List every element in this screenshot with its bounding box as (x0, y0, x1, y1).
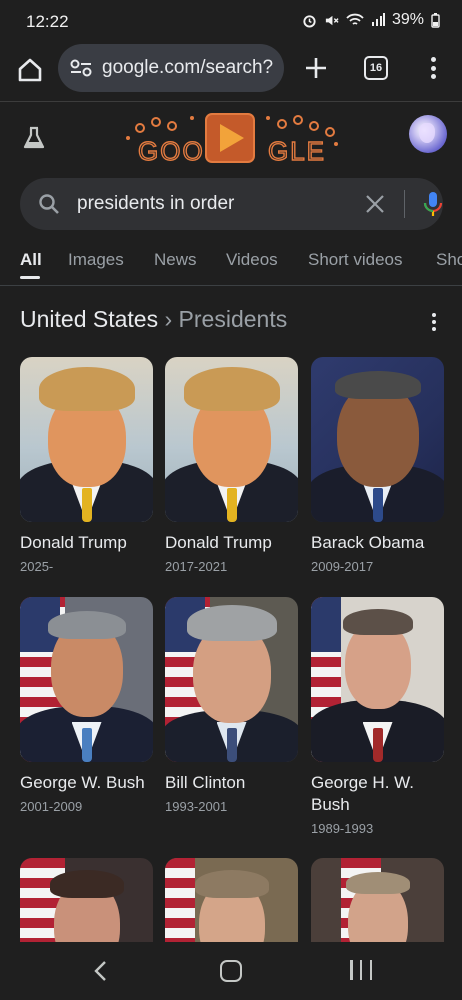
status-icons: 39% (302, 11, 440, 29)
wifi-icon (346, 13, 364, 25)
breadcrumb-separator: › (164, 306, 173, 332)
alarm-icon (303, 14, 316, 28)
president-card[interactable]: Donald Trump 2025- (20, 357, 153, 574)
search-divider (404, 190, 405, 218)
president-name: George H. W. Bush (311, 773, 414, 814)
breadcrumb-root[interactable]: United States (20, 306, 158, 332)
president-photo (165, 357, 298, 522)
tab-news[interactable]: News (154, 250, 197, 270)
president-years: 2001-2009 (20, 799, 83, 814)
tune-icon[interactable] (68, 57, 94, 79)
president-name: George W. Bush (20, 773, 145, 792)
mute-icon (325, 15, 339, 25)
search-input[interactable] (77, 178, 337, 230)
tab-short-videos[interactable]: Short videos (308, 250, 403, 270)
google-doodle[interactable]: GOO GLE (110, 108, 350, 170)
status-bar: 12:22 39% (0, 0, 462, 44)
tab-images[interactable]: Images (68, 250, 124, 270)
back-icon[interactable] (92, 960, 110, 982)
president-photo (20, 597, 153, 762)
search-icon (39, 194, 59, 214)
president-name: Bill Clinton (165, 773, 246, 792)
president-card[interactable]: Barack Obama 2009-2017 (311, 357, 444, 574)
president-years: 1989-1993 (311, 821, 374, 836)
recents-icon[interactable] (350, 960, 372, 982)
mic-icon[interactable] (422, 190, 444, 218)
tabs-divider (0, 285, 462, 286)
president-card[interactable]: George W. Bush 2001-2009 (20, 597, 153, 814)
home-icon[interactable] (16, 56, 44, 84)
search-box[interactable] (20, 178, 443, 230)
president-photo (165, 597, 298, 762)
president-name: Barack Obama (311, 533, 425, 552)
home-nav-icon[interactable] (220, 960, 242, 982)
president-years: 2017-2021 (165, 559, 228, 574)
president-photo (311, 357, 444, 522)
president-photo (20, 357, 153, 522)
battery-icon (431, 12, 440, 28)
tab-videos[interactable]: Videos (226, 250, 278, 270)
president-name: Donald Trump (165, 533, 272, 552)
president-years: 2009-2017 (311, 559, 374, 574)
tab-all[interactable]: All (20, 250, 42, 270)
breadcrumb-sub: Presidents (178, 306, 288, 332)
close-icon[interactable] (364, 193, 386, 215)
address-bar[interactable]: google.com/search? (58, 44, 284, 92)
battery-percent: 39% (391, 11, 424, 28)
system-nav-bar (0, 942, 462, 1000)
results-more-icon[interactable] (432, 313, 438, 331)
president-photo (311, 597, 444, 762)
more-vert-icon[interactable] (424, 55, 442, 81)
browser-toolbar: google.com/search? 16 (0, 44, 462, 102)
signal-icon (371, 13, 385, 26)
active-tab-indicator (20, 276, 40, 279)
plus-icon[interactable] (303, 55, 329, 81)
svg-text:GOO: GOO (138, 136, 205, 166)
flask-icon[interactable] (21, 125, 47, 151)
president-card[interactable]: Bill Clinton 1993-2001 (165, 597, 298, 814)
tabs-icon[interactable]: 16 (364, 56, 388, 80)
president-card[interactable]: Donald Trump 2017-2021 (165, 357, 298, 574)
president-card[interactable]: George H. W. Bush 1989-1993 (311, 597, 444, 836)
tab-shopping[interactable]: Sho (436, 250, 462, 270)
svg-text:GLE: GLE (268, 136, 326, 166)
results-heading: United States › Presidents (20, 306, 287, 333)
president-years: 2025- (20, 559, 54, 574)
president-name: Donald Trump (20, 533, 127, 552)
status-time: 12:22 (26, 12, 69, 31)
account-avatar[interactable] (409, 115, 447, 153)
url-text: google.com/search? (102, 57, 274, 78)
president-years: 1993-2001 (165, 799, 228, 814)
